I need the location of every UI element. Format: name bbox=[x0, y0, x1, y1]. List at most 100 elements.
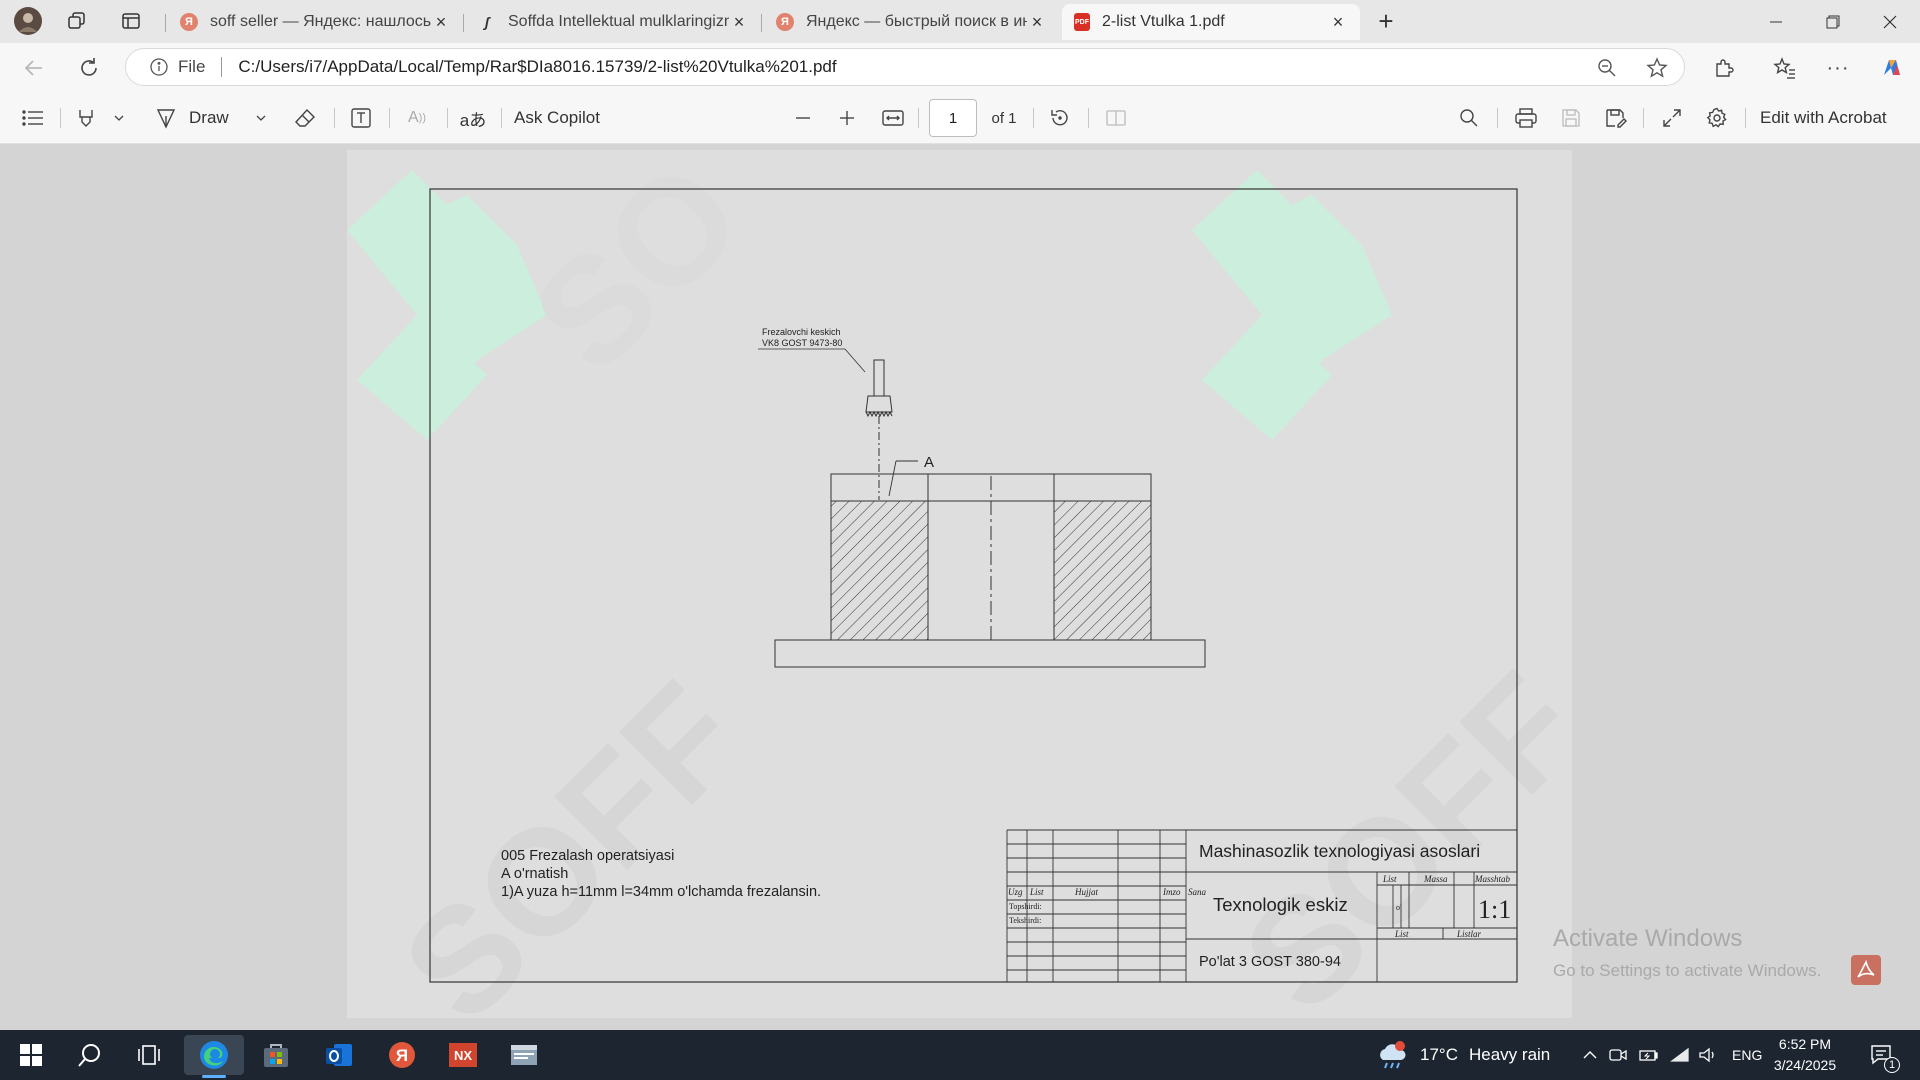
tab-strip: Я soff seller — Яндекс: нашлось 14 × ʃ S… bbox=[0, 0, 1920, 43]
restore-button[interactable] bbox=[1805, 0, 1861, 43]
meet-now-icon[interactable] bbox=[1606, 1035, 1630, 1075]
text-box-icon[interactable] bbox=[346, 103, 376, 133]
tab-soffda[interactable]: ʃ Soffda Intellektual mulklaringizni × bbox=[466, 4, 761, 40]
input-language[interactable]: ENG bbox=[1732, 1047, 1762, 1063]
save-as-icon[interactable] bbox=[1602, 103, 1630, 133]
close-window-button[interactable] bbox=[1862, 0, 1918, 43]
file-explorer-icon[interactable] bbox=[498, 1035, 550, 1075]
minimize-button[interactable] bbox=[1748, 0, 1804, 43]
weather-temperature[interactable]: 17°C bbox=[1420, 1045, 1458, 1065]
watermark-logo-left bbox=[347, 170, 547, 440]
find-search-icon[interactable] bbox=[1455, 103, 1483, 133]
save-icon bbox=[1557, 103, 1585, 133]
microsoft-store-icon[interactable] bbox=[250, 1035, 302, 1075]
contents-list-icon[interactable] bbox=[18, 103, 48, 133]
outlook-icon[interactable] bbox=[313, 1035, 365, 1075]
more-options-icon[interactable]: ··· bbox=[1822, 52, 1854, 84]
profile-avatar[interactable] bbox=[12, 6, 44, 36]
translate-icon[interactable]: aあ bbox=[459, 103, 487, 133]
url-text[interactable]: C:/Users/i7/AppData/Local/Temp/Rar$DIa80… bbox=[238, 57, 836, 77]
refresh-icon[interactable] bbox=[73, 52, 105, 84]
yandex-icon: Я bbox=[180, 13, 198, 31]
edit-with-acrobat-button[interactable]: Edit with Acrobat bbox=[1760, 103, 1910, 133]
ask-copilot-label: Ask Copilot bbox=[514, 108, 600, 127]
tab-title: 2-list Vtulka 1.pdf bbox=[1102, 13, 1225, 30]
pdf-icon: PDF bbox=[1074, 13, 1090, 31]
favorite-star-icon[interactable] bbox=[1641, 52, 1673, 84]
ask-copilot-button[interactable]: Ask Copilot bbox=[514, 103, 634, 133]
watermark-logo-right bbox=[1192, 170, 1392, 440]
draw-dropdown-chevron-icon[interactable] bbox=[252, 103, 270, 133]
page-count-label: of 1 bbox=[991, 109, 1017, 127]
tab-soff-seller[interactable]: Я soff seller — Яндекс: нашлось 14 × bbox=[168, 4, 463, 40]
print-icon[interactable] bbox=[1512, 103, 1540, 133]
zoom-out-icon[interactable] bbox=[1591, 52, 1623, 84]
workspaces-icon[interactable] bbox=[61, 6, 93, 36]
favorites-icon[interactable] bbox=[1769, 52, 1801, 84]
surface-marker-A: A bbox=[924, 454, 934, 471]
search-icon[interactable] bbox=[65, 1035, 115, 1075]
close-tab-icon[interactable]: × bbox=[1328, 12, 1348, 33]
copilot-icon[interactable] bbox=[1876, 52, 1908, 84]
tab-title: soff seller — Яндекс: нашлось 14 bbox=[210, 13, 431, 30]
highlight-icon[interactable] bbox=[72, 103, 100, 133]
system-clock[interactable]: 6:52 PM 3/24/2025 bbox=[1760, 1034, 1850, 1076]
page-number-input[interactable]: 1 bbox=[929, 99, 977, 137]
draw-pen-icon bbox=[156, 109, 176, 129]
note-instruction: 1)A yuza h=11mm l=34mm o'lchamda frezala… bbox=[501, 884, 821, 900]
header-masshtab: Masshtab bbox=[1474, 874, 1511, 884]
close-tab-icon[interactable]: × bbox=[1027, 12, 1047, 33]
activate-line2: Go to Settings to activate Windows. bbox=[1553, 961, 1822, 980]
extensions-icon[interactable] bbox=[1708, 52, 1740, 84]
zoom-in-plus-icon[interactable] bbox=[833, 103, 861, 133]
activate-windows-watermark: Activate Windows Go to Settings to activ… bbox=[1553, 925, 1821, 981]
eraser-icon[interactable] bbox=[290, 103, 320, 133]
notification-center-icon[interactable]: 1 bbox=[1862, 1035, 1902, 1075]
col-header-hujjat: Hujjat bbox=[1074, 887, 1099, 897]
tab-title: Яндекс — быстрый поиск в инте bbox=[806, 13, 1027, 30]
pdf-page: SOFF SOFF SO Frezalovchi keskich VK8 GOS… bbox=[347, 150, 1572, 1018]
edge-browser-icon[interactable] bbox=[184, 1035, 244, 1078]
scale-value: 1:1 bbox=[1478, 895, 1511, 924]
highlight-dropdown-chevron-icon[interactable] bbox=[110, 103, 128, 133]
fullscreen-expand-icon[interactable] bbox=[1658, 103, 1686, 133]
fit-width-icon[interactable] bbox=[879, 103, 907, 133]
col-header-uzg: Uzg bbox=[1008, 887, 1023, 897]
back-arrow-icon[interactable] bbox=[18, 52, 50, 84]
volume-speaker-icon[interactable] bbox=[1695, 1035, 1721, 1075]
row-label-topshirdi: Topshirdi: bbox=[1009, 902, 1042, 911]
new-tab-button[interactable]: + bbox=[1370, 6, 1402, 36]
task-view-icon[interactable] bbox=[124, 1035, 174, 1075]
draw-button[interactable]: Draw bbox=[155, 103, 240, 133]
windows-start-icon[interactable] bbox=[6, 1035, 56, 1075]
tab-actions-icon[interactable] bbox=[115, 6, 147, 36]
svg-text:SO: SO bbox=[501, 150, 773, 403]
nx-app-icon[interactable]: NX bbox=[437, 1035, 489, 1075]
scheme-label: File bbox=[178, 57, 206, 76]
svg-text:Я: Я bbox=[396, 1046, 408, 1065]
soff-icon: ʃ bbox=[484, 14, 490, 30]
technical-drawing: SOFF SOFF SO Frezalovchi keskich VK8 GOS… bbox=[347, 150, 1572, 1018]
pdf-toolbar: Draw A)) aあ Ask Copilot 1 of 1 Edit with… bbox=[0, 93, 1920, 144]
close-tab-icon[interactable]: × bbox=[431, 12, 451, 33]
yandex-browser-icon[interactable]: Я bbox=[376, 1035, 428, 1075]
note-setup: A o'rnatish bbox=[501, 866, 568, 882]
weather-description[interactable]: Heavy rain bbox=[1469, 1045, 1550, 1065]
draw-label: Draw bbox=[189, 108, 229, 127]
acrobat-floating-icon[interactable] bbox=[1851, 955, 1881, 985]
tab-pdf-active[interactable]: PDF 2-list Vtulka 1.pdf × bbox=[1062, 4, 1360, 40]
wifi-icon[interactable] bbox=[1667, 1035, 1693, 1075]
show-hidden-icons-chevron-icon[interactable] bbox=[1578, 1035, 1602, 1075]
info-icon[interactable] bbox=[146, 58, 172, 76]
battery-power-icon[interactable] bbox=[1636, 1035, 1662, 1075]
footer-list: List bbox=[1394, 929, 1409, 939]
address-bar[interactable]: File C:/Users/i7/AppData/Local/Temp/Rar$… bbox=[125, 48, 1685, 86]
settings-gear-icon[interactable] bbox=[1703, 103, 1731, 133]
tab-yandex-search[interactable]: Я Яндекс — быстрый поиск в инте × bbox=[764, 4, 1059, 40]
zoom-out-minus-icon[interactable] bbox=[789, 103, 817, 133]
yandex-icon: Я bbox=[776, 13, 794, 31]
address-bar-row: File C:/Users/i7/AppData/Local/Temp/Rar$… bbox=[0, 43, 1920, 93]
rotate-icon[interactable] bbox=[1046, 103, 1074, 133]
weather-rain-icon[interactable] bbox=[1370, 1035, 1414, 1075]
close-tab-icon[interactable]: × bbox=[729, 12, 749, 33]
